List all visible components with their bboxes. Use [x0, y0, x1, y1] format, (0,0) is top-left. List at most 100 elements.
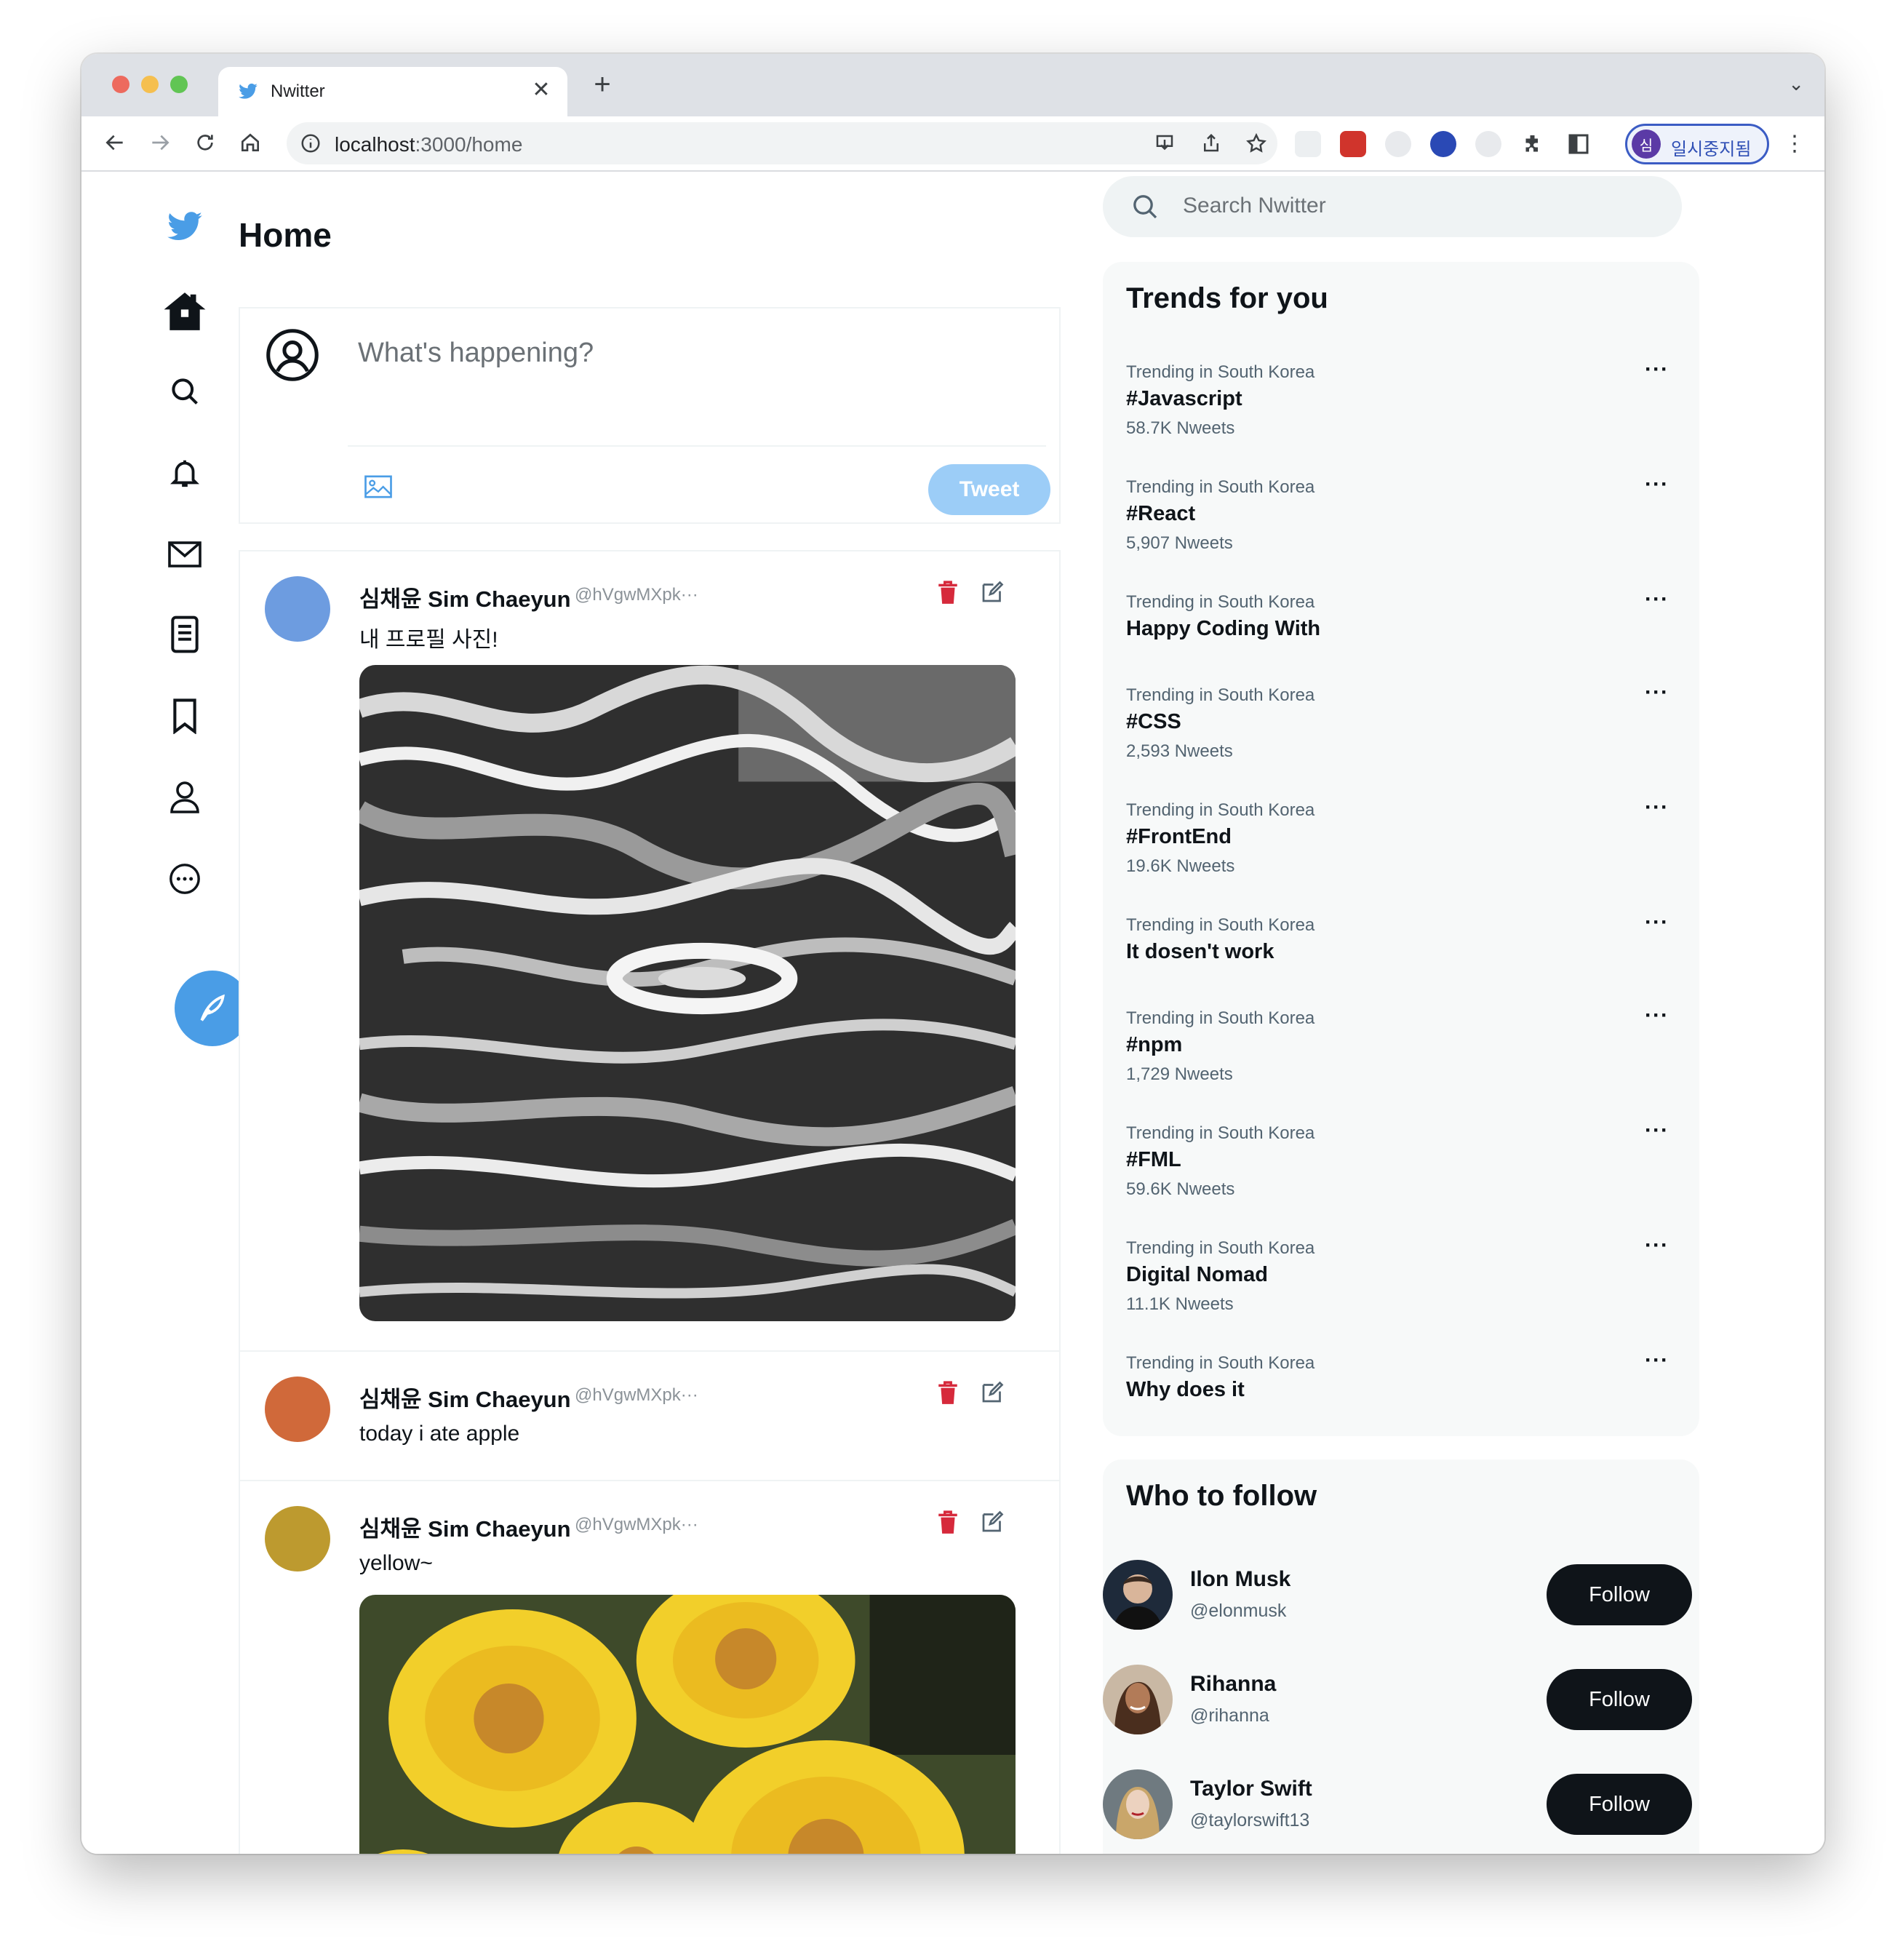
tweet-image-daisies[interactable]	[359, 1595, 1016, 1854]
trend-name: #CSS	[1126, 710, 1181, 733]
side-panel-icon[interactable]	[1565, 131, 1592, 157]
trend-item[interactable]: Trending in South Korea #npm 1,729 Nweet…	[1126, 1005, 1686, 1085]
avatar[interactable]	[265, 1377, 330, 1442]
tweet-image-abstract[interactable]	[359, 665, 1016, 1321]
abstract-swirl-image	[359, 665, 1016, 1321]
user-circle-icon	[266, 329, 319, 381]
close-window-button[interactable]	[112, 76, 129, 93]
twitter-logo-icon[interactable]	[161, 204, 208, 250]
tweet-button[interactable]: Tweet	[928, 464, 1050, 515]
trend-meta: Trending in South Korea	[1126, 800, 1315, 820]
minimize-window-button[interactable]	[141, 76, 159, 93]
mail-icon[interactable]	[161, 531, 208, 578]
trend-more-icon[interactable]: ···	[1645, 1005, 1669, 1027]
trash-icon[interactable]	[937, 1510, 959, 1535]
follow-button[interactable]: Follow	[1547, 1774, 1692, 1835]
trend-name: #FML	[1126, 1148, 1181, 1171]
search-input[interactable]: Search Nwitter	[1183, 194, 1326, 218]
search-icon[interactable]	[161, 368, 208, 415]
browser-menu-icon[interactable]: ⋮	[1784, 131, 1806, 157]
follow-handle: @rihanna	[1190, 1705, 1269, 1726]
composer-divider	[348, 445, 1046, 447]
share-icon[interactable]	[1200, 132, 1222, 154]
avatar[interactable]	[1103, 1560, 1173, 1630]
trend-more-icon[interactable]: ···	[1645, 1235, 1669, 1256]
trend-item[interactable]: Trending in South Korea It dosen't work …	[1126, 912, 1686, 964]
list-icon[interactable]	[161, 611, 208, 658]
tweet-author-name: 심채윤 Sim Chaeyun	[359, 586, 571, 612]
trend-item[interactable]: Trending in South Korea Happy Coding Wit…	[1126, 589, 1686, 641]
tweet-card[interactable]: 심채윤 Sim Chaeyun @hVgwMXpk··· 내 프로필 사진!	[239, 550, 1061, 1350]
home-icon[interactable]	[161, 288, 208, 335]
trend-item[interactable]: Trending in South Korea #FrontEnd 19.6K …	[1126, 797, 1686, 877]
forward-button[interactable]	[145, 128, 175, 157]
tab-search-chevron-icon[interactable]: ⌄	[1788, 73, 1804, 95]
install-app-icon[interactable]	[1154, 132, 1176, 154]
trends-panel: Trends for you Trending in South Korea #…	[1103, 262, 1699, 1436]
trend-more-icon[interactable]: ···	[1645, 682, 1669, 704]
site-info-icon[interactable]	[300, 132, 322, 154]
edit-icon[interactable]	[979, 1379, 1005, 1406]
trend-more-icon[interactable]: ···	[1645, 474, 1669, 495]
bookmark-icon[interactable]	[161, 693, 208, 739]
url-text: localhost:3000/home	[335, 133, 522, 156]
tweet-text: 내 프로필 사진!	[359, 628, 498, 652]
trend-item[interactable]: Trending in South Korea #Javascript 58.7…	[1126, 359, 1686, 439]
address-bar[interactable]: localhost:3000/home	[287, 122, 1277, 164]
trend-more-icon[interactable]: ···	[1645, 589, 1669, 610]
tweet-card[interactable]: 심채윤 Sim Chaeyun @hVgwMXpk··· today i ate…	[239, 1350, 1061, 1480]
home-page-button[interactable]	[236, 128, 265, 157]
tab-close-icon[interactable]: ✕	[528, 77, 554, 103]
edit-icon[interactable]	[979, 1509, 1005, 1535]
trend-more-icon[interactable]: ···	[1645, 359, 1669, 381]
browser-window: Nwitter ✕ + ⌄ localhost:3000/home 심 일시중지…	[81, 54, 1824, 1854]
bug-extension-icon[interactable]	[1295, 131, 1321, 157]
trash-icon[interactable]	[937, 581, 959, 605]
profile-icon[interactable]	[161, 774, 208, 821]
tab-title: Nwitter	[271, 81, 325, 101]
browser-tab[interactable]: Nwitter ✕	[218, 67, 567, 116]
blue-extension-icon[interactable]	[1430, 131, 1456, 157]
trend-name: #FrontEnd	[1126, 825, 1232, 848]
profile-button[interactable]: 심 일시중지됨	[1625, 124, 1769, 164]
follow-button[interactable]: Follow	[1547, 1564, 1692, 1625]
avatar[interactable]	[1103, 1769, 1173, 1839]
trend-more-icon[interactable]: ···	[1645, 1350, 1669, 1371]
trash-icon[interactable]	[937, 1381, 959, 1406]
trend-more-icon[interactable]: ···	[1645, 912, 1669, 933]
tweet-author-handle: @hVgwMXpk···	[575, 1385, 698, 1405]
image-upload-icon[interactable]	[364, 474, 393, 499]
trend-meta: Trending in South Korea	[1126, 592, 1315, 612]
avatar[interactable]	[265, 1506, 330, 1571]
back-arrow-icon	[105, 135, 123, 151]
trend-more-icon[interactable]: ···	[1645, 797, 1669, 818]
tweet-card[interactable]: 심채윤 Sim Chaeyun @hVgwMXpk··· yellow~	[239, 1480, 1061, 1854]
puzzle-extensions-icon[interactable]	[1520, 131, 1547, 157]
circle-extension-icon[interactable]	[1385, 131, 1411, 157]
trend-count: 5,907 Nweets	[1126, 533, 1233, 553]
red-extension-icon[interactable]	[1340, 131, 1366, 157]
tweet-author-name: 심채윤 Sim Chaeyun	[359, 1387, 571, 1412]
follow-suggestion: Rihanna @rihanna Follow	[1103, 1665, 1699, 1737]
avatar[interactable]	[265, 576, 330, 642]
compass-extension-icon[interactable]	[1475, 131, 1501, 157]
trend-more-icon[interactable]: ···	[1645, 1120, 1669, 1142]
back-button[interactable]	[100, 128, 129, 157]
new-tab-button[interactable]: +	[586, 68, 618, 100]
reload-button[interactable]	[191, 128, 220, 157]
search-bar[interactable]: Search Nwitter	[1103, 176, 1682, 237]
trend-item[interactable]: Trending in South Korea #React 5,907 Nwe…	[1126, 474, 1686, 554]
maximize-window-button[interactable]	[170, 76, 188, 93]
trend-item[interactable]: Trending in South Korea #FML 59.6K Nweet…	[1126, 1120, 1686, 1200]
avatar[interactable]	[1103, 1665, 1173, 1734]
trend-item[interactable]: Trending in South Korea Why does it ···	[1126, 1350, 1686, 1402]
twitter-favicon-icon	[239, 83, 258, 99]
more-icon[interactable]	[161, 856, 208, 902]
tweet-input[interactable]: What's happening?	[358, 338, 594, 369]
trend-item[interactable]: Trending in South Korea Digital Nomad 11…	[1126, 1235, 1686, 1315]
follow-button[interactable]: Follow	[1547, 1669, 1692, 1730]
edit-icon[interactable]	[979, 579, 1005, 605]
bell-icon[interactable]	[161, 450, 208, 496]
bookmark-star-icon[interactable]	[1245, 132, 1267, 154]
trend-item[interactable]: Trending in South Korea #CSS 2,593 Nweet…	[1126, 682, 1686, 762]
